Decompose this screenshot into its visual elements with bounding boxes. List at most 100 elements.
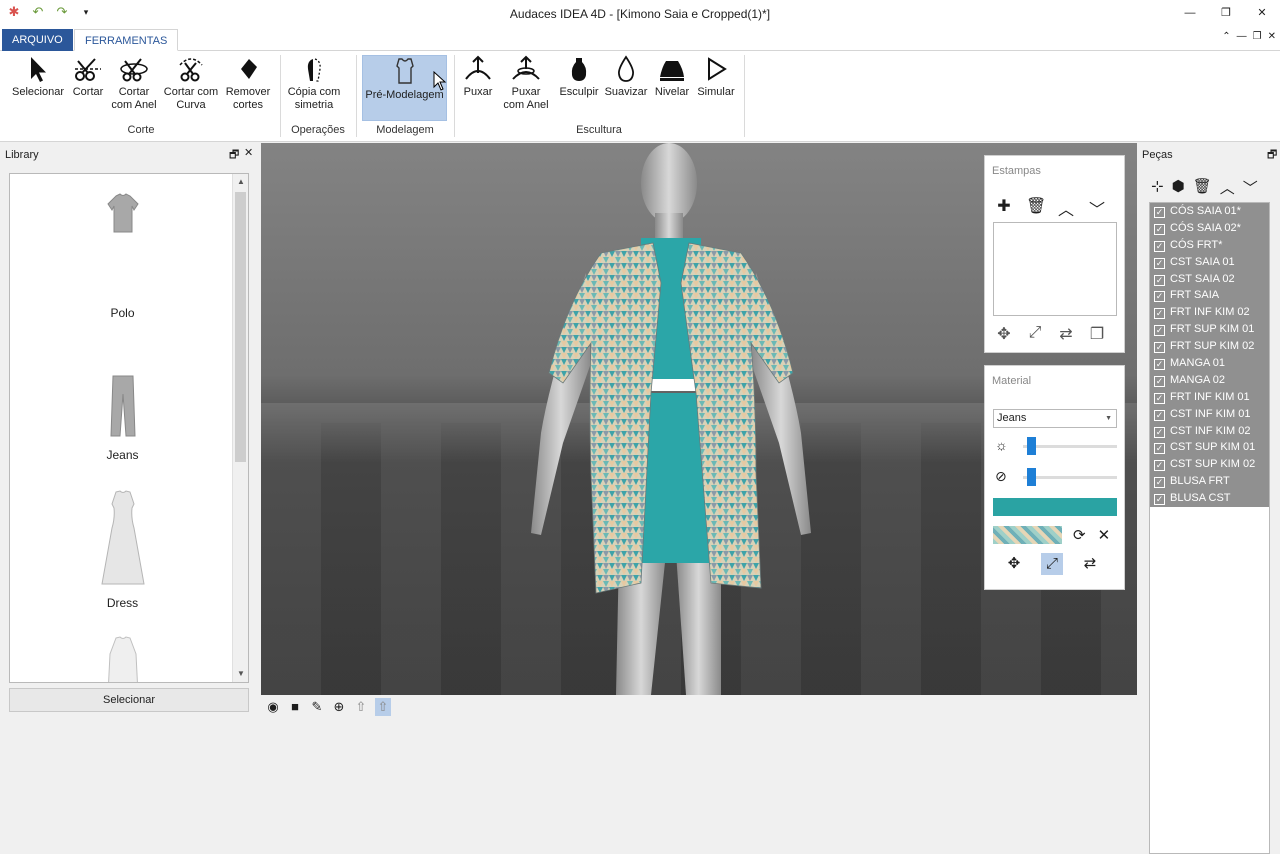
pencil-icon[interactable]: ✎ — [309, 698, 325, 716]
trash-icon[interactable]: 🗑 — [1026, 196, 1046, 220]
checkbox[interactable]: ✓ — [1154, 426, 1165, 438]
transparency-slider[interactable]: ⊘ — [993, 467, 1117, 487]
library-undock-icon[interactable]: 🗗 — [229, 146, 239, 165]
piece-item[interactable]: ✓ CST SUP KIM 02 — [1150, 456, 1269, 473]
remove-texture-icon[interactable]: ✕ — [1098, 526, 1111, 544]
piece-item[interactable]: ✓ FRT SAIA — [1150, 287, 1269, 304]
puxar-button[interactable]: Puxar — [460, 55, 496, 99]
library-close-icon[interactable]: ✕ — [244, 146, 253, 159]
move-up-icon[interactable]: ︿ — [1057, 196, 1075, 220]
refresh-icon[interactable]: ⟳ — [1073, 526, 1086, 544]
texture-swatch[interactable] — [993, 526, 1062, 544]
piece-item[interactable]: ✓ CST INF KIM 01 — [1150, 406, 1269, 423]
checkbox[interactable]: ✓ — [1154, 291, 1165, 303]
doc-close-button[interactable]: ✕ — [1268, 31, 1276, 42]
library-item-polo[interactable]: Polo — [10, 306, 235, 320]
scroll-down-icon[interactable]: ▼ — [233, 666, 248, 682]
pecas-undock-icon[interactable]: 🗗 — [1267, 146, 1277, 165]
checkbox[interactable]: ✓ — [1154, 460, 1165, 472]
scrollbar-thumb[interactable] — [235, 192, 246, 462]
library-scrollbar[interactable]: ▲ ▼ — [232, 174, 248, 682]
minimize-button[interactable]: — — [1172, 0, 1208, 27]
piece-item[interactable]: ✓ FRT SUP KIM 02 — [1150, 338, 1269, 355]
move-icon[interactable]: ✥ — [995, 324, 1013, 344]
rotate-icon[interactable]: ⇄ — [1079, 553, 1101, 575]
piece-item[interactable]: ✓ MANGA 02 — [1150, 372, 1269, 389]
scale-icon[interactable]: ⤢ — [1041, 553, 1063, 575]
checkbox[interactable]: ✓ — [1154, 240, 1165, 252]
ribbon-collapse-button[interactable]: ⌃ — [1222, 31, 1230, 42]
piece-item[interactable]: ✓ BLUSA CST — [1150, 490, 1269, 507]
checkbox[interactable]: ✓ — [1154, 359, 1165, 371]
add-icon[interactable]: ✚ — [995, 196, 1013, 220]
maximize-button[interactable]: ❐ — [1208, 0, 1244, 27]
piece-item[interactable]: ✓ CÓS SAIA 01* — [1150, 203, 1269, 220]
piece-item[interactable]: ✓ FRT INF KIM 01 — [1150, 389, 1269, 406]
checkbox[interactable]: ✓ — [1154, 308, 1165, 320]
tab-ferramentas[interactable]: FERRAMENTAS — [74, 29, 179, 51]
library-item-shirt[interactable] — [10, 188, 235, 238]
piece-item[interactable]: ✓ FRT INF KIM 02 — [1150, 304, 1269, 321]
checkbox[interactable]: ✓ — [1154, 342, 1165, 354]
copy-icon[interactable]: ❐ — [1088, 324, 1106, 344]
move-icon[interactable]: ✥ — [1003, 553, 1025, 575]
scroll-up-icon[interactable]: ▲ — [233, 174, 248, 190]
piece-item[interactable]: ✓ CST SUP KIM 01 — [1150, 439, 1269, 456]
arrow-up-selected-icon[interactable]: ⇧ — [375, 698, 391, 716]
visibility-icon[interactable]: ◉ — [265, 698, 281, 716]
move-down-icon[interactable]: ﹀ — [1243, 177, 1258, 198]
simular-button[interactable]: Simular — [696, 55, 736, 99]
library-item-jeans[interactable]: Jeans — [10, 372, 235, 462]
brightness-slider[interactable]: ☼ — [993, 436, 1117, 456]
checkbox[interactable]: ✓ — [1154, 443, 1165, 455]
add-piece-icon[interactable]: ⊹ — [1151, 177, 1164, 198]
nivelar-button[interactable]: Nivelar — [652, 55, 692, 99]
copia-com-simetria-button[interactable]: Cópia com simetria — [284, 55, 344, 112]
checkbox[interactable]: ✓ — [1154, 409, 1165, 421]
globe-icon[interactable]: ⊕ — [331, 698, 347, 716]
checkbox[interactable]: ✓ — [1154, 207, 1165, 218]
material-select[interactable]: Jeans ▼ — [993, 409, 1117, 428]
checkbox[interactable]: ✓ — [1154, 257, 1165, 269]
library-list[interactable]: Polo Jeans Dress ▲ ▼ — [9, 173, 249, 683]
pieces-icon[interactable]: ⬢ — [1172, 177, 1185, 198]
selecionar-button[interactable]: Selecionar — [10, 55, 66, 99]
doc-minimize-button[interactable]: — — [1237, 31, 1247, 42]
library-item-partial[interactable] — [10, 634, 235, 682]
estampas-list[interactable] — [993, 222, 1117, 316]
checkbox[interactable]: ✓ — [1154, 223, 1165, 235]
scale-icon[interactable]: ⤢ — [1026, 324, 1044, 344]
close-button[interactable]: ✕ — [1244, 0, 1280, 27]
piece-item[interactable]: ✓ MANGA 01 — [1150, 355, 1269, 372]
piece-item[interactable]: ✓ FRT SUP KIM 01 — [1150, 321, 1269, 338]
checkbox[interactable]: ✓ — [1154, 392, 1165, 404]
rotate-icon[interactable]: ⇄ — [1057, 324, 1075, 344]
puxar-com-anel-button[interactable]: Puxar com Anel — [500, 55, 552, 112]
pecas-list[interactable]: ✓ CÓS SAIA 01* ✓ CÓS SAIA 02* ✓ CÓS FRT* ✓ CST … — [1149, 202, 1270, 854]
move-down-icon[interactable]: ﹀ — [1088, 196, 1106, 220]
slider-handle[interactable] — [1027, 468, 1036, 486]
piece-item[interactable]: ✓ BLUSA FRT — [1150, 473, 1269, 490]
piece-item[interactable]: ✓ CST INF KIM 02 — [1150, 423, 1269, 440]
checkbox[interactable]: ✓ — [1154, 477, 1165, 489]
cortar-com-curva-button[interactable]: Cortar com Curva — [162, 55, 220, 112]
camera-icon[interactable]: ■ — [287, 698, 303, 716]
piece-item[interactable]: ✓ CST SAIA 02 — [1150, 271, 1269, 288]
piece-item[interactable]: ✓ CST SAIA 01 — [1150, 254, 1269, 271]
piece-item[interactable]: ✓ CÓS FRT* — [1150, 237, 1269, 254]
library-select-button[interactable]: Selecionar — [9, 688, 249, 712]
esculpir-button[interactable]: Esculpir — [558, 55, 600, 99]
checkbox[interactable]: ✓ — [1154, 375, 1165, 387]
cortar-button[interactable]: Cortar — [68, 55, 108, 99]
material-color-button[interactable] — [993, 498, 1117, 516]
checkbox[interactable]: ✓ — [1154, 274, 1165, 286]
checkbox[interactable]: ✓ — [1154, 494, 1165, 506]
library-item-dress[interactable]: Dress — [10, 488, 235, 610]
slider-handle[interactable] — [1027, 437, 1036, 455]
piece-item[interactable]: ✓ CÓS SAIA 02* — [1150, 220, 1269, 237]
cortar-com-anel-button[interactable]: Cortar com Anel — [110, 55, 158, 112]
tab-arquivo[interactable]: ARQUIVO — [2, 29, 73, 51]
checkbox[interactable]: ✓ — [1154, 325, 1165, 337]
doc-restore-button[interactable]: ❐ — [1253, 31, 1262, 42]
remover-cortes-button[interactable]: Remover cortes — [224, 55, 272, 112]
